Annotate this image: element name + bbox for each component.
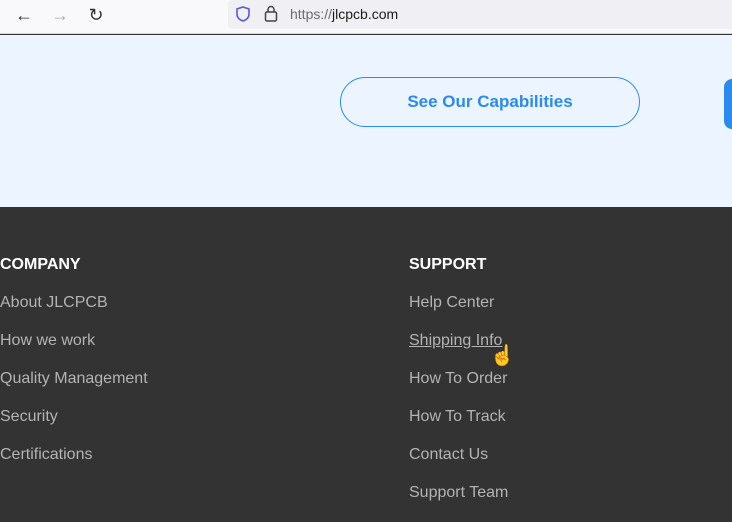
reload-icon[interactable]: ↻ — [84, 5, 108, 26]
hero-section: See Our Capabilities — [0, 35, 732, 207]
back-icon[interactable]: ← — [12, 5, 36, 26]
url-domain: jlcpcb.com — [332, 6, 399, 22]
footer-link[interactable]: How To Order — [409, 370, 508, 408]
footer-support-column: SUPPORT Help Center Shipping Info How To… — [409, 256, 508, 522]
blue-circle-button[interactable] — [724, 79, 732, 129]
footer-link[interactable]: How we work — [0, 332, 148, 370]
hand-cursor-icon: ☝ — [490, 345, 515, 367]
footer-link[interactable]: Quality Management — [0, 370, 148, 408]
footer-link[interactable]: Security — [0, 408, 148, 446]
support-heading: SUPPORT — [409, 256, 487, 273]
lock-icon — [264, 5, 278, 22]
browser-toolbar: ← → ↻ https://jlcpcb.com — [0, 0, 732, 34]
forward-icon[interactable]: → — [48, 5, 72, 26]
footer-link[interactable]: Support Team — [409, 484, 508, 522]
footer-link[interactable]: Help Center — [409, 294, 508, 332]
url-text[interactable]: https://jlcpcb.com — [290, 6, 398, 22]
footer-link[interactable]: About JLCPCB — [0, 294, 148, 332]
footer-company-column: COMPANY About JLCPCB How we work Quality… — [0, 256, 148, 484]
shield-icon — [236, 6, 250, 22]
footer-link[interactable]: Contact Us — [409, 446, 508, 484]
footer-link[interactable]: How To Track — [409, 408, 508, 446]
see-capabilities-button[interactable]: See Our Capabilities — [340, 77, 640, 127]
url-prefix: https:// — [290, 6, 333, 22]
footer-link[interactable]: Certifications — [0, 446, 148, 484]
company-heading: COMPANY — [0, 256, 81, 273]
